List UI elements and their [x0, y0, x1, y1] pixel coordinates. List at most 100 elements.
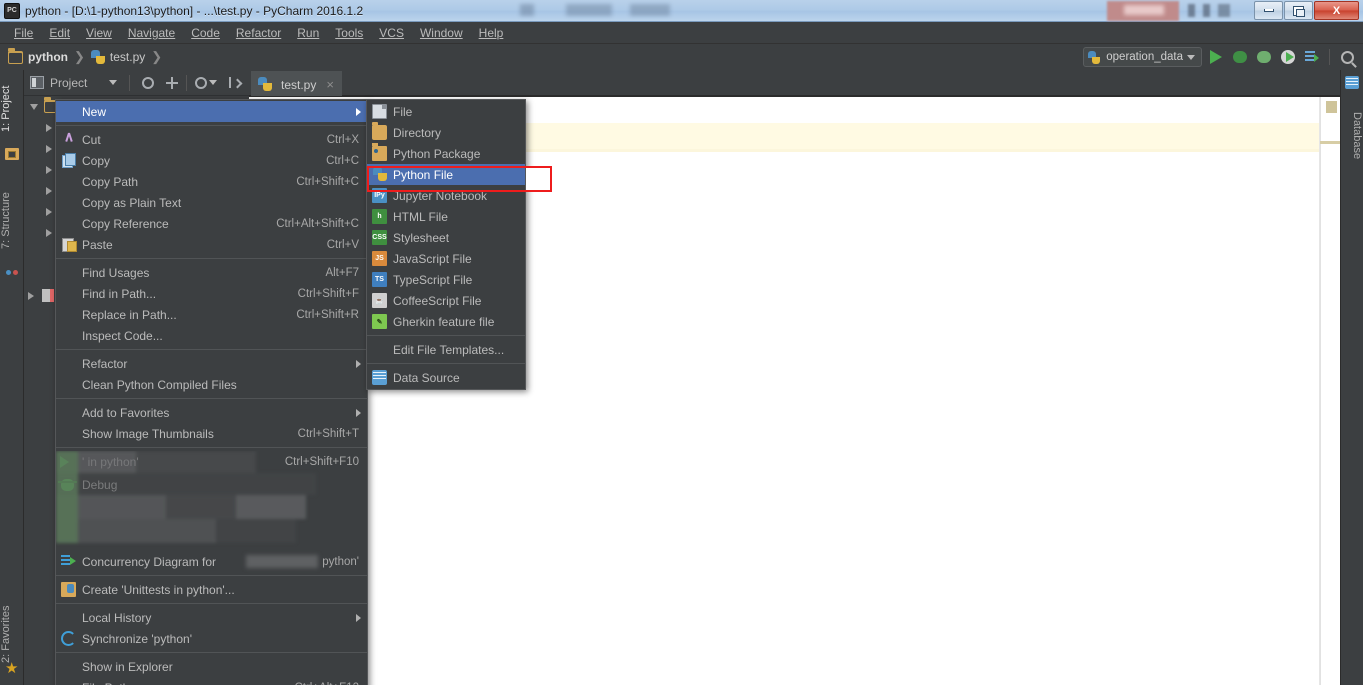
coffee-icon: ☕ [372, 293, 387, 308]
submenu-item-stylesheet[interactable]: CSS Stylesheet [367, 227, 525, 248]
favorites-star-icon[interactable]: ★ [5, 660, 19, 676]
context-menu-item-copy-reference-shortcut: Ctrl+Alt+Shift+C [276, 217, 359, 230]
breadcrumb-item-testpy[interactable]: test.py [110, 50, 145, 64]
context-menu-item-add-to-favorites[interactable]: Add to Favorites [56, 402, 367, 423]
context-menu-item-copy-path[interactable]: Copy Path Ctrl+Shift+C [56, 171, 367, 192]
submenu-item-python-package[interactable]: Python Package [367, 143, 525, 164]
database-icon[interactable] [1345, 76, 1359, 90]
submenu-item-gherkin-feature-file[interactable]: ✎ Gherkin feature file [367, 311, 525, 332]
context-menu-item-file-path[interactable]: File Path Ctrl+Alt+F12 [56, 677, 367, 685]
editor-scrollbar[interactable] [1320, 97, 1340, 685]
title-bar: PC python - [D:\1-python13\python] - ...… [0, 0, 1363, 22]
chevron-right-icon[interactable] [46, 186, 52, 195]
project-window-icon[interactable] [5, 148, 19, 162]
menu-code[interactable]: Code [183, 24, 228, 42]
menu-edit[interactable]: Edit [41, 24, 78, 42]
obscured-red-badge-text [1124, 5, 1164, 15]
context-menu-item-local-history[interactable]: Local History [56, 607, 367, 628]
menu-help[interactable]: Help [471, 24, 512, 42]
menu-separator [56, 398, 367, 399]
context-menu-item-cut[interactable]: Cut Ctrl+X [56, 129, 367, 150]
profile-button[interactable] [1278, 47, 1298, 67]
chevron-right-icon[interactable] [46, 228, 52, 237]
context-menu-item-copy-path-label: Copy Path [82, 174, 139, 189]
gear-chevron-icon[interactable] [209, 80, 218, 85]
sidebar-item-project[interactable]: 1: Project [0, 74, 24, 144]
context-menu-item-copy-reference[interactable]: Copy Reference Ctrl+Alt+Shift+C [56, 213, 367, 234]
context-menu-item-find-usages[interactable]: Find Usages Alt+F7 [56, 262, 367, 283]
context-menu-item-clean-python-compiled-files[interactable]: Clean Python Compiled Files [56, 374, 367, 395]
debug-button[interactable] [1230, 47, 1250, 67]
submenu-item-directory[interactable]: Directory [367, 122, 525, 143]
menu-tools[interactable]: Tools [327, 24, 371, 42]
chevron-right-icon[interactable] [46, 123, 52, 132]
ts-icon: TS [372, 272, 387, 287]
context-menu-item-synchronize-label: Synchronize 'python' [82, 631, 192, 646]
scrollbar-marker[interactable] [1326, 101, 1337, 113]
context-menu-item-concurrency-diagram[interactable]: Concurrency Diagram for python' [56, 551, 367, 572]
submenu-item-javascript-file[interactable]: JS JavaScript File [367, 248, 525, 269]
sidebar-item-database[interactable]: Database [1340, 96, 1363, 176]
context-menu-item-inspect-code[interactable]: Inspect Code... [56, 325, 367, 346]
close-icon[interactable]: × [326, 77, 334, 92]
console-button[interactable] [1302, 47, 1322, 67]
submenu-item-html-file[interactable]: h HTML File [367, 206, 525, 227]
chevron-right-icon[interactable] [46, 165, 52, 174]
context-menu-item-copy-as-plain-text[interactable]: Copy as Plain Text [56, 192, 367, 213]
minimize-button[interactable] [1254, 1, 1283, 20]
chevron-right-icon[interactable] [46, 144, 52, 153]
submenu-item-python-file[interactable]: Python File [367, 164, 525, 185]
chevron-right-icon[interactable] [46, 207, 52, 216]
submenu-item-edit-file-templates[interactable]: Edit File Templates... [367, 339, 525, 360]
python-file-icon [1088, 50, 1101, 64]
menu-view[interactable]: View [78, 24, 120, 42]
context-menu-item-debug[interactable]: Debug [56, 474, 367, 495]
panel-divider [129, 74, 131, 91]
expand-icon[interactable] [166, 76, 179, 89]
menu-vcs[interactable]: VCS [371, 24, 412, 42]
run-button[interactable] [1206, 47, 1226, 67]
menu-file[interactable]: File [6, 24, 41, 42]
locate-icon[interactable] [142, 76, 155, 89]
breadcrumb-item-python[interactable]: python [28, 50, 68, 64]
context-menu-item-replace-in-path[interactable]: Replace in Path... Ctrl+Shift+R [56, 304, 367, 325]
coverage-button[interactable] [1254, 47, 1274, 67]
context-menu-item-new[interactable]: New [56, 101, 367, 122]
context-menu-item-refactor[interactable]: Refactor [56, 353, 367, 374]
context-menu-item-create-unittests[interactable]: Create 'Unittests in python'... [56, 579, 367, 600]
run-configuration-selector[interactable]: operation_data [1083, 47, 1202, 67]
context-menu-item-find-in-path[interactable]: Find in Path... Ctrl+Shift+F [56, 283, 367, 304]
close-button[interactable]: X [1314, 1, 1359, 20]
menu-run[interactable]: Run [289, 24, 327, 42]
tab-test-py[interactable]: test.py × [251, 71, 342, 96]
structure-icon[interactable] [5, 270, 19, 284]
context-menu-item-obscured-3[interactable] [56, 497, 367, 518]
submenu-item-coffeescript-file-label: CoffeeScript File [393, 293, 482, 308]
scrollbar-marker-2[interactable] [1320, 141, 1340, 144]
context-menu-item-copy[interactable]: Copy Ctrl+C [56, 150, 367, 171]
context-menu-item-show-image-thumbnails[interactable]: Show Image Thumbnails Ctrl+Shift+T [56, 423, 367, 444]
submenu-item-data-source[interactable]: Data Source [367, 367, 525, 388]
context-menu-item-obscured-4[interactable] [56, 520, 367, 541]
menu-navigate[interactable]: Navigate [120, 24, 183, 42]
submenu-item-coffeescript-file[interactable]: ☕ CoffeeScript File [367, 290, 525, 311]
chevron-down-icon[interactable] [109, 80, 118, 85]
menu-refactor[interactable]: Refactor [228, 24, 289, 42]
sidebar-item-structure[interactable]: 7: Structure [0, 178, 24, 264]
chevron-right-icon[interactable] [28, 291, 34, 300]
menu-file-label: File [14, 25, 34, 40]
context-menu-item-paste[interactable]: Paste Ctrl+V [56, 234, 367, 255]
copy-icon [62, 153, 77, 168]
context-menu-item-run[interactable]: ' in python' Ctrl+Shift+F10 [56, 451, 367, 472]
submenu-item-typescript-file[interactable]: TS TypeScript File [367, 269, 525, 290]
submenu-item-file[interactable]: File [367, 101, 525, 122]
gear-icon[interactable] [195, 76, 208, 89]
maximize-button[interactable] [1284, 1, 1313, 20]
context-menu-item-synchronize[interactable]: Synchronize 'python' [56, 628, 367, 649]
search-everywhere-button[interactable] [1337, 47, 1357, 67]
hide-icon[interactable] [229, 77, 240, 88]
chevron-down-icon[interactable] [30, 103, 38, 110]
submenu-item-jupyter-notebook[interactable]: IPy Jupyter Notebook [367, 185, 525, 206]
context-menu-item-show-in-explorer[interactable]: Show in Explorer [56, 656, 367, 677]
menu-window[interactable]: Window [412, 24, 471, 42]
